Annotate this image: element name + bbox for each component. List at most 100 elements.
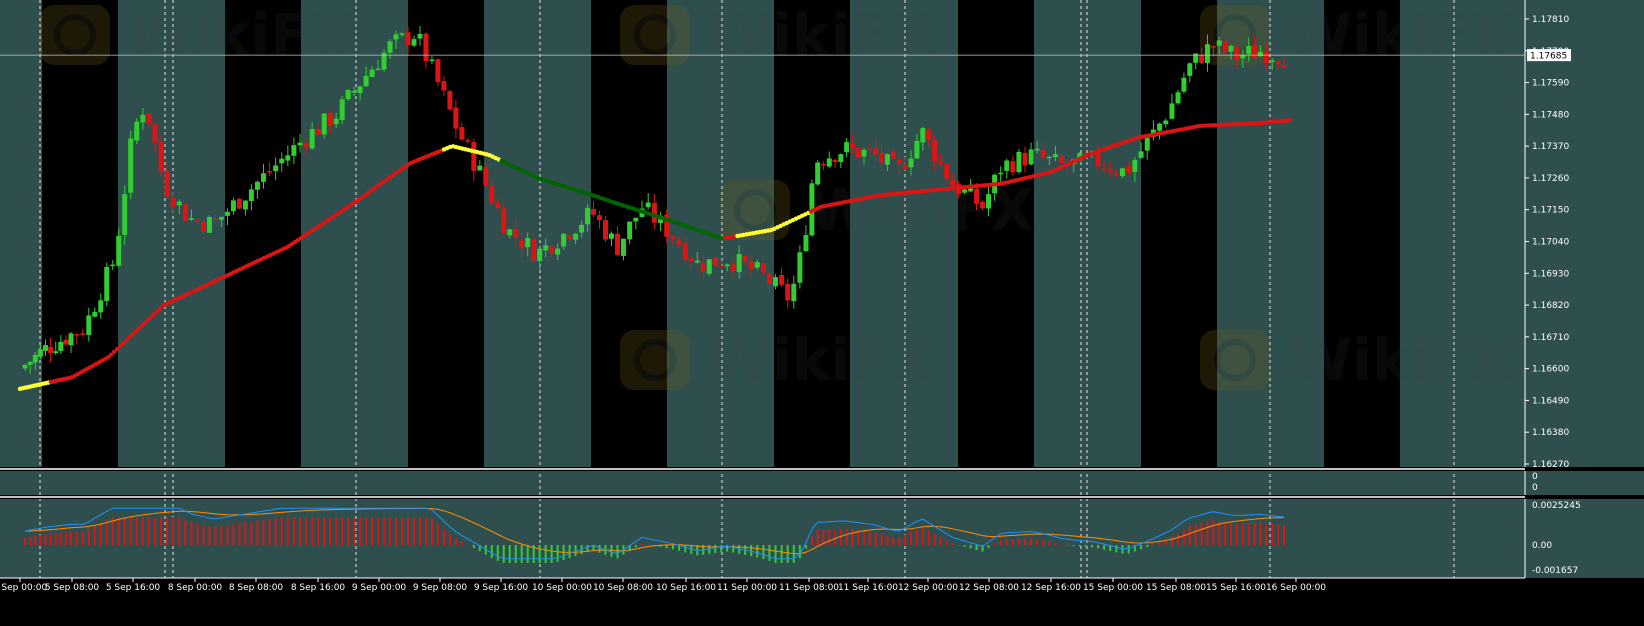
candle-body xyxy=(1210,46,1216,48)
candle-body xyxy=(405,32,411,45)
candle[interactable] xyxy=(128,130,134,200)
candle-body xyxy=(218,216,224,220)
candle[interactable] xyxy=(104,262,110,307)
candle-body xyxy=(357,86,363,94)
candle-body xyxy=(1004,160,1010,171)
candle-body xyxy=(815,162,821,185)
candle[interactable] xyxy=(435,58,441,87)
candle[interactable] xyxy=(1016,149,1022,174)
candle-body xyxy=(429,59,435,62)
wikifx-logo-icon: WikiFX xyxy=(1200,326,1515,394)
candle-body xyxy=(315,129,321,135)
candle-body xyxy=(591,208,597,215)
watermark-text: WikiFX xyxy=(128,1,355,69)
candle-body xyxy=(1234,47,1240,60)
macd-tick-label: 0.00 xyxy=(1532,541,1552,551)
candle-body xyxy=(345,90,351,100)
candle[interactable] xyxy=(207,215,213,233)
candle-body xyxy=(926,130,932,140)
candle[interactable] xyxy=(447,90,453,111)
candle-body xyxy=(980,201,986,209)
ma-dot xyxy=(1287,117,1293,123)
candle-body xyxy=(152,123,158,143)
candle-body xyxy=(1059,155,1065,164)
candle-body xyxy=(573,233,579,240)
time-tick-label: 10 Sep 08:00 xyxy=(593,583,653,593)
candle-body xyxy=(1252,45,1258,58)
candle[interactable] xyxy=(134,118,140,145)
candle-body xyxy=(670,236,676,239)
wikifx-logo-icon: WikiFX xyxy=(620,1,935,69)
candle-body xyxy=(285,155,291,161)
candle-body xyxy=(1269,60,1275,62)
candle-body xyxy=(483,167,489,186)
candle-body xyxy=(1157,123,1163,131)
candle-body xyxy=(543,245,549,251)
candle-body xyxy=(884,154,890,165)
candle-body xyxy=(122,194,128,235)
chart-canvas[interactable]: WikiFX WikiFX WikiFX WikiFX WikiFX WikiFX 1.1… xyxy=(0,0,1644,622)
time-tick-label: 5 Sep 08:00 xyxy=(45,583,100,593)
candle-body xyxy=(248,189,254,202)
candle-body xyxy=(944,164,950,179)
price-tick-label: 1.17040 xyxy=(1532,238,1569,248)
candle-body xyxy=(176,201,182,206)
time-tick-label: 9 Sep 00:00 xyxy=(352,583,407,593)
candle[interactable] xyxy=(712,256,718,267)
candle-body xyxy=(201,221,207,232)
candle[interactable] xyxy=(944,162,950,181)
price-tick-label: 1.16820 xyxy=(1532,301,1569,311)
candle-body xyxy=(224,211,230,216)
candle-body xyxy=(188,218,194,220)
candle[interactable] xyxy=(158,135,164,177)
time-tick-label: 15 Sep 08:00 xyxy=(1146,583,1206,593)
candle-body xyxy=(849,143,855,148)
candle-body xyxy=(760,263,766,273)
candle[interactable] xyxy=(182,202,188,222)
candle-body xyxy=(134,121,140,141)
watermark-text: WikiFX xyxy=(1288,1,1515,69)
trading-chart-window[interactable]: WikiFX WikiFX WikiFX WikiFX WikiFX WikiFX 1.1… xyxy=(0,0,1644,622)
price-tick-label: 1.17590 xyxy=(1532,79,1569,89)
candle-body xyxy=(495,202,501,209)
time-tick-label: 8 Sep 00:00 xyxy=(168,583,223,593)
candle-body xyxy=(1222,41,1228,53)
candle-body xyxy=(260,173,266,182)
candle[interactable] xyxy=(815,160,821,187)
candle-body xyxy=(1144,137,1150,151)
watermark-text: WikiFX xyxy=(1288,326,1515,394)
candle-body xyxy=(53,351,59,354)
candle[interactable] xyxy=(236,197,242,210)
candle-body xyxy=(986,194,992,209)
candle-body xyxy=(1132,159,1138,172)
candle[interactable] xyxy=(855,147,861,159)
candle-body xyxy=(1107,168,1113,173)
candle-body xyxy=(399,33,405,35)
candle[interactable] xyxy=(345,89,351,101)
candle-body xyxy=(140,114,146,123)
candle-body xyxy=(1120,168,1126,177)
candle[interactable] xyxy=(706,258,712,276)
wikifx-logo-icon: WikiFX xyxy=(620,326,935,394)
candle[interactable] xyxy=(339,95,345,125)
candle-body xyxy=(998,172,1004,175)
candle-body xyxy=(513,228,519,238)
session-band xyxy=(225,0,301,467)
candle-body xyxy=(375,68,381,71)
time-tick-label: 8 Sep 08:00 xyxy=(229,583,284,593)
candle-body xyxy=(585,207,591,225)
candle-body xyxy=(417,34,423,39)
candle-body xyxy=(766,273,772,285)
candle-body xyxy=(471,142,477,171)
candle-body xyxy=(207,216,213,233)
time-tick-label: 11 Sep 00:00 xyxy=(717,583,777,593)
candle-body xyxy=(27,361,33,365)
candle-body xyxy=(1010,161,1016,173)
candle-body xyxy=(567,235,573,240)
current-price-label: 1.17685 xyxy=(1530,52,1567,62)
candle-body xyxy=(908,158,914,168)
candle-body xyxy=(435,59,441,83)
candle-body xyxy=(387,41,393,53)
candle-body xyxy=(791,283,797,302)
candle-body xyxy=(1113,173,1119,175)
